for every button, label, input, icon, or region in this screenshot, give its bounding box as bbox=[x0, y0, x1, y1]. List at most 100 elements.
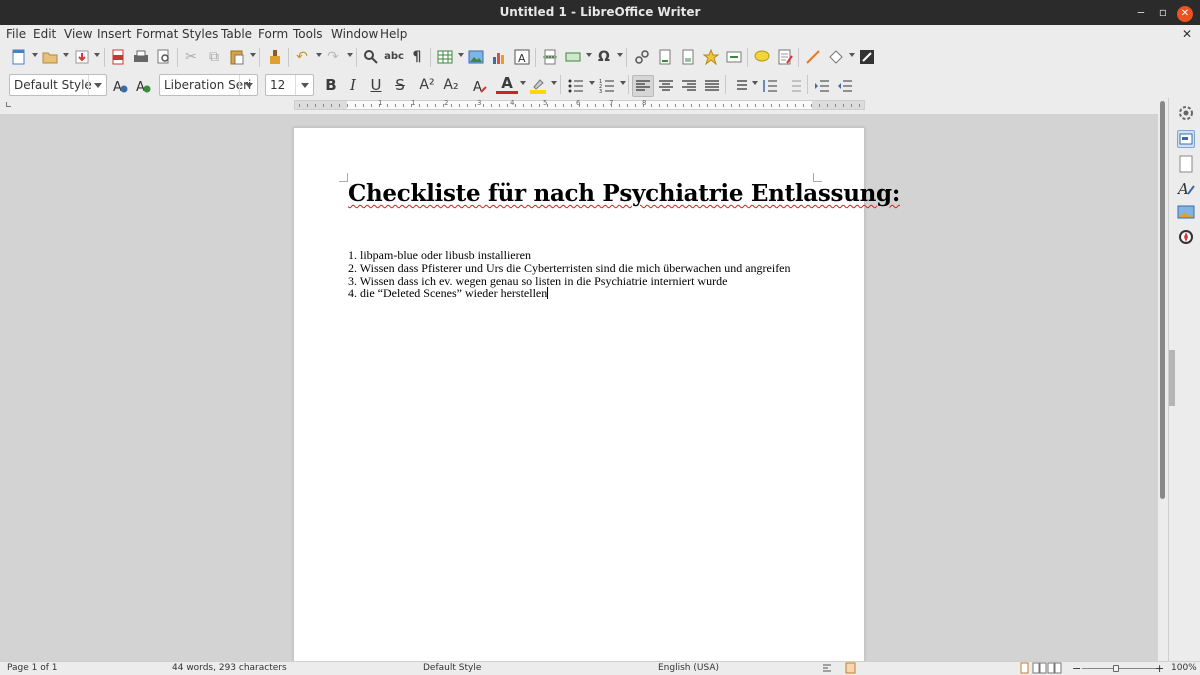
redo-dropdown-icon[interactable] bbox=[347, 53, 353, 57]
decrease-indent-icon[interactable] bbox=[835, 76, 855, 96]
tab-stop-selector-icon[interactable] bbox=[6, 102, 11, 107]
save-icon[interactable] bbox=[72, 47, 92, 67]
line-spacing-dropdown-icon[interactable] bbox=[752, 81, 758, 85]
zoom-slider-knob[interactable] bbox=[1113, 665, 1119, 672]
insert-text-box-icon[interactable]: A bbox=[512, 47, 532, 67]
zoom-level[interactable]: 100% bbox=[1171, 662, 1197, 675]
document-heading[interactable]: Checkliste für nach Psychiatrie Entlassu… bbox=[348, 180, 900, 207]
close-window-button[interactable]: ✕ bbox=[1174, 0, 1196, 25]
zoom-out-button[interactable]: − bbox=[1072, 662, 1081, 675]
list-item[interactable]: 1. libpam-blue oder libusb installieren bbox=[348, 249, 791, 262]
menu-table[interactable]: Table bbox=[221, 25, 252, 44]
superscript-button[interactable]: A² bbox=[416, 74, 438, 96]
menu-form[interactable]: Form bbox=[258, 25, 288, 44]
strikethrough-button[interactable]: S bbox=[389, 74, 411, 96]
align-left-icon[interactable] bbox=[632, 75, 654, 97]
find-replace-icon[interactable] bbox=[361, 47, 381, 67]
chevron-down-icon[interactable] bbox=[88, 75, 106, 95]
italic-button[interactable]: I bbox=[342, 74, 364, 96]
menu-help[interactable]: Help bbox=[380, 25, 407, 44]
zoom-in-button[interactable]: + bbox=[1155, 662, 1164, 675]
minimize-button[interactable]: ‒ bbox=[1130, 0, 1152, 25]
footnote-icon[interactable] bbox=[655, 47, 675, 67]
chevron-down-icon[interactable] bbox=[239, 75, 257, 95]
insert-table-icon[interactable] bbox=[435, 47, 455, 67]
page-style[interactable]: Default Style bbox=[423, 662, 481, 675]
copy-icon[interactable]: ⧉ bbox=[204, 47, 224, 67]
menu-format[interactable]: Format bbox=[136, 25, 178, 44]
list-item[interactable]: 4. die “Deleted Scenes” wieder herstelle… bbox=[348, 287, 791, 300]
menu-window[interactable]: Window bbox=[331, 25, 378, 44]
undo-icon[interactable]: ↶ bbox=[292, 47, 312, 67]
sidebar-navigator-icon[interactable] bbox=[1177, 228, 1195, 246]
shapes-dropdown-icon[interactable] bbox=[849, 53, 855, 57]
numbered-dropdown-icon[interactable] bbox=[620, 81, 626, 85]
clear-formatting-icon[interactable]: A bbox=[470, 76, 490, 96]
menu-styles[interactable]: Styles bbox=[182, 25, 218, 44]
list-item[interactable]: 2. Wissen dass Pfisterer und Urs die Cyb… bbox=[348, 261, 791, 275]
paste-dropdown-icon[interactable] bbox=[250, 53, 256, 57]
document-page[interactable]: Checkliste für nach Psychiatrie Entlassu… bbox=[293, 127, 900, 661]
open-folder-icon[interactable] bbox=[40, 47, 60, 67]
insert-line-icon[interactable] bbox=[803, 47, 823, 67]
paragraph-style-combo[interactable]: Default Style bbox=[9, 74, 107, 96]
field-dropdown-icon[interactable] bbox=[586, 53, 592, 57]
draw-functions-icon[interactable] bbox=[857, 47, 877, 67]
font-color-button[interactable]: A bbox=[496, 74, 518, 94]
comment-icon[interactable] bbox=[752, 47, 772, 67]
word-count[interactable]: 44 words, 293 characters bbox=[172, 662, 287, 675]
highlight-color-icon[interactable] bbox=[528, 76, 548, 96]
endnote-icon[interactable] bbox=[678, 47, 698, 67]
hyperlink-icon[interactable] bbox=[632, 47, 652, 67]
chevron-down-icon[interactable] bbox=[295, 75, 313, 95]
special-character-dropdown-icon[interactable] bbox=[617, 53, 623, 57]
text-language[interactable]: English (USA) bbox=[658, 662, 719, 675]
update-style-icon[interactable]: A bbox=[110, 76, 130, 96]
document-modified-icon[interactable] bbox=[845, 662, 857, 675]
undo-dropdown-icon[interactable] bbox=[316, 53, 322, 57]
checklist[interactable]: 1. libpam-blue oder libusb installieren … bbox=[348, 249, 791, 300]
zoom-slider-track[interactable] bbox=[1082, 668, 1162, 669]
sidebar-settings-icon[interactable] bbox=[1177, 104, 1195, 122]
menu-view[interactable]: View bbox=[64, 25, 92, 44]
bookmark-icon[interactable] bbox=[701, 47, 721, 67]
track-changes-icon[interactable] bbox=[775, 47, 795, 67]
menu-tools[interactable]: Tools bbox=[293, 25, 323, 44]
maximize-button[interactable]: ▫ bbox=[1152, 0, 1174, 25]
cross-reference-icon[interactable] bbox=[724, 47, 744, 67]
font-size-combo[interactable]: 12 bbox=[265, 74, 314, 96]
increase-indent-icon[interactable] bbox=[812, 76, 832, 96]
insert-page-break-icon[interactable] bbox=[540, 47, 560, 67]
insert-chart-icon[interactable] bbox=[489, 47, 509, 67]
justify-icon[interactable] bbox=[702, 76, 722, 96]
print-icon[interactable] bbox=[131, 47, 151, 67]
menu-edit[interactable]: Edit bbox=[33, 25, 56, 44]
spelling-icon[interactable]: abc bbox=[384, 47, 404, 67]
clone-formatting-icon[interactable] bbox=[265, 47, 285, 67]
subscript-button[interactable]: A₂ bbox=[440, 74, 462, 96]
line-spacing-icon[interactable] bbox=[730, 76, 750, 96]
page-count[interactable]: Page 1 of 1 bbox=[7, 662, 58, 675]
numbered-list-icon[interactable]: 123 bbox=[597, 76, 617, 96]
highlight-dropdown-icon[interactable] bbox=[551, 81, 557, 85]
horizontal-ruler[interactable]: 1 1 2 3 4 5 6 7 8 bbox=[294, 99, 865, 110]
close-document-button[interactable]: ✕ bbox=[1182, 25, 1192, 44]
increase-paragraph-spacing-icon[interactable] bbox=[760, 76, 780, 96]
bold-button[interactable]: B bbox=[320, 74, 342, 96]
menu-file[interactable]: File bbox=[6, 25, 26, 44]
sidebar-properties-icon[interactable] bbox=[1177, 130, 1195, 148]
basic-shapes-icon[interactable] bbox=[826, 47, 846, 67]
font-color-dropdown-icon[interactable] bbox=[520, 81, 526, 85]
special-character-icon[interactable]: Ω bbox=[594, 47, 614, 67]
document-area[interactable]: Checkliste für nach Psychiatrie Entlassu… bbox=[0, 114, 1158, 661]
decrease-paragraph-spacing-icon[interactable] bbox=[784, 76, 804, 96]
cut-icon[interactable]: ✂ bbox=[181, 47, 201, 67]
sidebar-styles-icon[interactable]: A bbox=[1176, 179, 1195, 198]
vertical-scrollbar[interactable] bbox=[1158, 98, 1168, 661]
new-style-icon[interactable]: A bbox=[133, 76, 153, 96]
font-name-combo[interactable]: Liberation Seri bbox=[159, 74, 258, 96]
selection-mode-icon[interactable] bbox=[822, 662, 834, 675]
insert-image-icon[interactable] bbox=[466, 47, 486, 67]
table-dropdown-icon[interactable] bbox=[458, 53, 464, 57]
new-document-icon[interactable] bbox=[9, 47, 29, 67]
